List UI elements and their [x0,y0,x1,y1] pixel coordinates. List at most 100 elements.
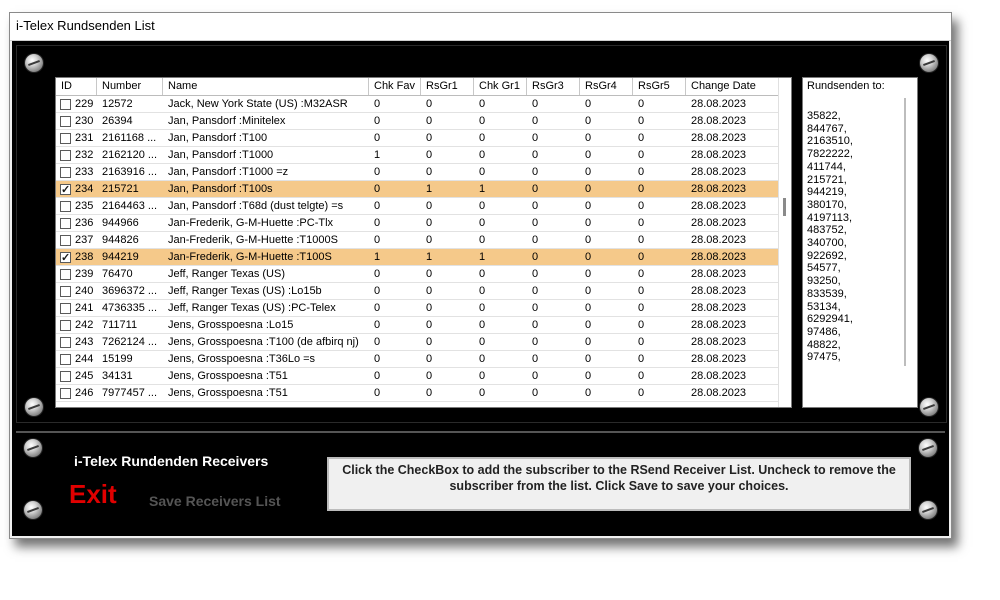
subscriber-grid[interactable]: ID Number Name Chk Fav RsGr1 Chk Gr1 RsGr3 RsGr… [55,77,792,408]
col-name-header[interactable]: Name [163,78,369,95]
scrollbar-thumb[interactable] [783,198,786,216]
grid-body[interactable]: 229 12572 Jack, New York State (US) :M32AS… [56,96,779,407]
col-change-date-cell: 28.08.2023 [691,251,747,263]
row-id: 239 [75,268,94,280]
screw-icon [920,398,938,416]
table-row[interactable]: 246 7977457 ... Jens, Grosspoesna :T51 0 0 0 0… [56,385,779,402]
col-name-cell: Jan, Pansdorf :Minitelex [168,115,286,127]
col-name-cell: Jens, Grosspoesna :T51 [168,370,288,382]
col-rsgr4-cell: 0 [585,302,592,314]
row-checkbox[interactable] [60,370,71,382]
row-checkbox[interactable] [60,250,71,265]
col-change-date-cell: 28.08.2023 [691,98,747,110]
table-row[interactable]: 237 944826 Jan-Frederik, G-M-Huette :T1000… [56,232,779,249]
receiver-list-scrollbar[interactable] [904,98,906,366]
row-checkbox[interactable] [60,166,71,178]
row-checkbox[interactable] [60,285,71,297]
table-row[interactable]: 242 711711 Jens, Grosspoesna :Lo15 0 0 0 0 0 0 28… [56,317,779,334]
row-checkbox[interactable] [60,182,71,197]
col-chk-gr1-cell: 1 [479,183,486,195]
col-chk-gr1-cell: 0 [479,268,486,280]
col-id-cell: 232 [56,147,97,163]
col-rsgr1-header[interactable]: RsGr1 [421,78,474,95]
row-checkbox[interactable] [60,387,71,399]
col-chk-gr1-cell: 0 [479,336,486,348]
col-rsgr3-cell: 0 [532,251,539,263]
table-row[interactable]: 244 15199 Jens, Grosspoesna :T36Lo =s 0 0 0 0 0… [56,351,779,368]
col-name-cell: Jan, Pansdorf :T1000 =z [168,166,289,178]
col-number-header[interactable]: Number [97,78,163,95]
row-checkbox[interactable] [60,234,71,246]
col-change-date-cell: 28.08.2023 [691,200,747,212]
col-rsgr3-cell: 0 [532,234,539,246]
col-rsgr1-cell: 0 [426,285,433,297]
col-number-cell: 15199 [102,353,133,365]
title-bar: i-Telex Rundsenden List [10,13,951,41]
table-row[interactable]: 239 76470 Jeff, Ranger Texas (US) 0 0 0 0 0 0 28.… [56,266,779,283]
table-row[interactable]: 241 4736335 ... Jeff, Ranger Texas (US) :P… [56,300,779,317]
col-chk-gr1-header[interactable]: Chk Gr1 [474,78,527,95]
col-rsgr4-cell: 0 [585,234,592,246]
col-number-cell: 2162120 ... [102,149,158,161]
col-chk-fav-cell: 0 [374,132,381,144]
screw-icon [919,439,937,457]
col-rsgr3-cell: 0 [532,387,539,399]
row-id: 231 [75,132,94,144]
col-chk-fav-header[interactable]: Chk Fav [369,78,421,95]
col-name-cell: Jens, Grosspoesna :T100 (de afbirq nj) [168,336,359,348]
row-id: 242 [75,319,94,331]
grid-header: ID Number Name Chk Fav RsGr1 Chk Gr1 RsGr3 RsGr… [56,78,779,96]
table-row[interactable]: 238 944219 Jan-Frederik, G-M-Huette :T100S… [56,249,779,266]
row-id: 229 [75,98,94,110]
col-rsgr3-header[interactable]: RsGr3 [527,78,580,95]
row-checkbox[interactable] [60,268,71,280]
table-row[interactable]: 236 944966 Jan-Frederik, G-M-Huette :PC-Tl… [56,215,779,232]
table-row[interactable]: 229 12572 Jack, New York State (US) :M32AS… [56,96,779,113]
row-checkbox[interactable] [60,200,71,212]
col-rsgr1-cell: 0 [426,200,433,212]
row-checkbox[interactable] [60,98,71,110]
table-row[interactable]: 240 3696372 ... Jeff, Ranger Texas (US) :L… [56,283,779,300]
table-row[interactable]: 243 7262124 ... Jens, Grosspoesna :T100 (d… [56,334,779,351]
receiver-list-header: Rundsenden to: [807,80,885,92]
col-rsgr5-cell: 0 [638,319,645,331]
row-checkbox[interactable] [60,217,71,229]
table-row[interactable]: 235 2164463 ... Jan, Pansdorf :T68d (dust … [56,198,779,215]
col-change-date-cell: 28.08.2023 [691,319,747,331]
row-checkbox[interactable] [60,115,71,127]
col-rsgr4-cell: 0 [585,166,592,178]
save-receivers-button[interactable]: Save Receivers List [149,493,281,509]
receiver-number: 340700, [807,237,847,250]
col-rsgr4-cell: 0 [585,353,592,365]
col-name-cell: Jan-Frederik, G-M-Huette :T100S [168,251,332,263]
col-rsgr5-cell: 0 [638,251,645,263]
table-row[interactable]: 230 26394 Jan, Pansdorf :Minitelex 0 0 0 0 0 0 28… [56,113,779,130]
row-checkbox[interactable] [60,336,71,348]
exit-button[interactable]: Exit [69,479,117,510]
table-row[interactable]: 231 2161168 ... Jan, Pansdorf :T100 0 0 0 0 0 0 2… [56,130,779,147]
row-checkbox[interactable] [60,353,71,365]
col-id-header[interactable]: ID [56,78,97,95]
col-number-cell: 944966 [102,217,139,229]
row-checkbox[interactable] [60,149,71,161]
col-number-cell: 944826 [102,234,139,246]
col-number-cell: 76470 [102,268,133,280]
col-chk-gr1-cell: 0 [479,132,486,144]
row-checkbox[interactable] [60,302,71,314]
row-checkbox[interactable] [60,319,71,331]
col-rsgr5-header[interactable]: RsGr5 [633,78,686,95]
col-change-date-header[interactable]: Change Date [686,78,779,95]
table-row[interactable]: 232 2162120 ... Jan, Pansdorf :T1000 1 0 0 0 0 0… [56,147,779,164]
table-row[interactable]: 234 215721 Jan, Pansdorf :T100s 0 1 1 0 0 0 28.08… [56,181,779,198]
table-row[interactable]: 245 34131 Jens, Grosspoesna :T51 0 0 0 0 0 0 28.0… [56,368,779,385]
col-rsgr3-cell: 0 [532,353,539,365]
grid-scrollbar[interactable] [778,78,791,407]
col-change-date-cell: 28.08.2023 [691,115,747,127]
row-checkbox[interactable] [60,132,71,144]
col-rsgr4-header[interactable]: RsGr4 [580,78,633,95]
table-row[interactable]: 233 2163916 ... Jan, Pansdorf :T1000 =z 0 0 0… [56,164,779,181]
row-id: 246 [75,387,94,399]
col-id-cell: 239 [56,266,97,282]
col-id-cell: 229 [56,96,97,112]
receiver-list[interactable]: Rundsenden to: 35822, 844767, 2163510, 7822… [802,77,918,408]
